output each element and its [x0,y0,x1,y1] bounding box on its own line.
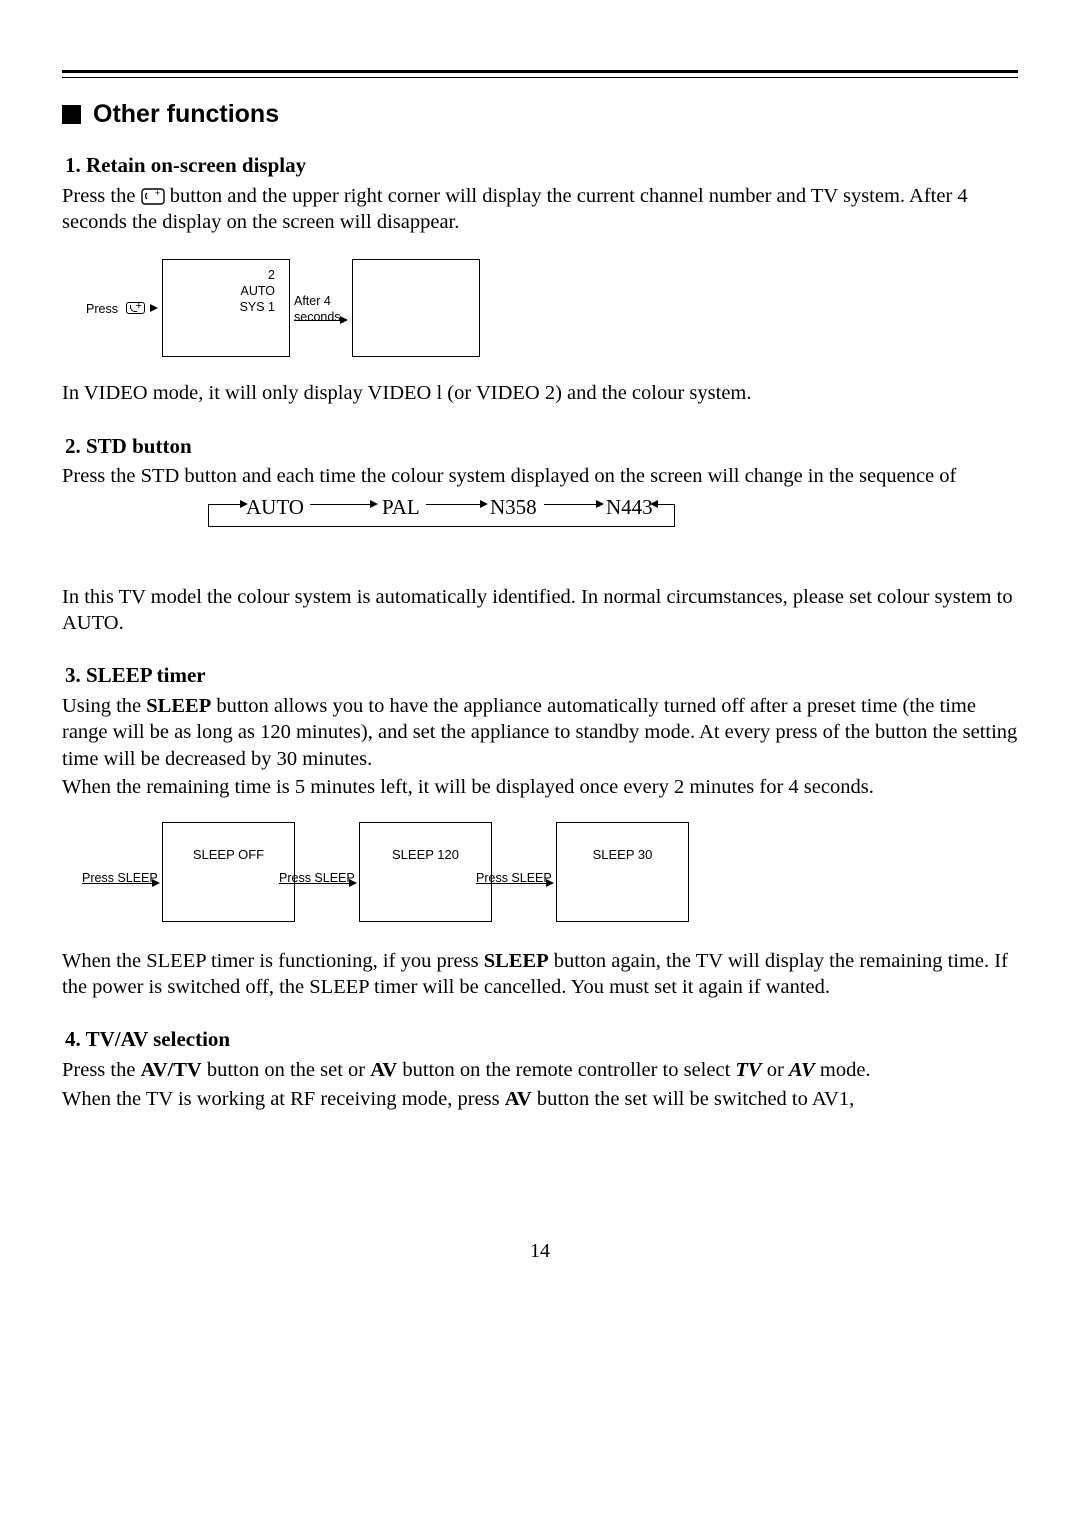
section-title: Other functions [93,98,279,130]
retain-para1-post: button and the upper right corner will d… [62,185,968,233]
arrow-to-box1-icon [150,304,158,312]
arrow-to-box2-icon [340,316,348,324]
sleep-para1c: When the remaining time is 5 minutes lef… [62,774,1018,800]
display-button-icon: + [141,188,165,205]
std-seq-auto: AUTO [246,494,304,521]
std-seq-pal: PAL [382,494,420,521]
osd-box-2-empty [352,259,480,357]
osd-diagram: Press + 2 AUTO SYS 1 After 4 seconds [62,257,1018,362]
sleep-para1: Using the SLEEP button allows you to hav… [62,693,1018,772]
sleep-para2: When the SLEEP timer is functioning, if … [62,948,1018,1000]
osd-line-auto: AUTO [163,284,275,300]
sleep-box-30: SLEEP 30 [556,822,689,922]
std-sequence-diagram: AUTO PAL N358 N443 [148,498,628,544]
press-label: Press [86,301,118,317]
osd-line-ch: 2 [163,268,275,284]
std-seq-n443: N443 [606,494,653,521]
sleep-diagram: Press SLEEP SLEEP OFF Press SLEEP SLEEP … [62,820,1018,930]
retain-osd-para1: Press the + button and the upper right c… [62,183,1018,235]
heading-retain-osd: 1. Retain on-screen display [65,152,1018,179]
osd-box-1: 2 AUTO SYS 1 [162,259,290,357]
std-para1: Press the STD button and each time the c… [62,463,1018,489]
std-para2: In this TV model the colour system is au… [62,584,1018,636]
osd-line-sys: SYS 1 [163,300,275,316]
sleep-box-off: SLEEP OFF [162,822,295,922]
sleep-box-120: SLEEP 120 [359,822,492,922]
tvav-para2: When the TV is working at RF receiving m… [62,1086,1018,1112]
display-button-small-icon: + [126,302,145,314]
std-seq-n358: N358 [490,494,537,521]
osd-content: 2 AUTO SYS 1 [163,268,275,315]
tvav-para1: Press the AV/TV button on the set or AV … [62,1057,1018,1083]
heading-std-button: 2. STD button [65,433,1018,460]
svg-text:+: + [155,188,160,198]
section-heading-row: Other functions [62,98,1018,130]
heading-tv-av-selection: 4. TV/AV selection [65,1026,1018,1053]
double-rule [62,70,1018,78]
heading-sleep-timer: 3. SLEEP timer [65,662,1018,689]
black-square-icon [62,105,81,124]
retain-osd-para2: In VIDEO mode, it will only display VIDE… [62,380,1018,406]
retain-para1-pre: Press the [62,185,141,207]
page-number: 14 [0,1239,1080,1265]
